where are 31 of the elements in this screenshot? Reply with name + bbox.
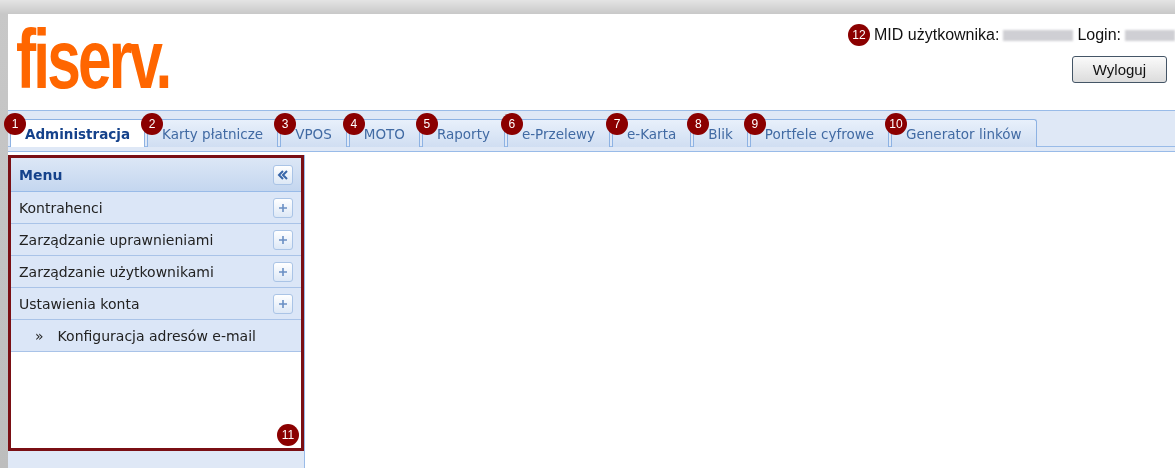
logout-button[interactable]: Wyloguj: [1071, 56, 1167, 83]
login-label: Login:: [1077, 26, 1121, 44]
callout-badge: 9: [743, 113, 766, 135]
expand-button[interactable]: [273, 197, 293, 218]
double-chevron-left-icon: [277, 169, 289, 180]
callout-badge: 10: [885, 113, 908, 135]
collapse-button[interactable]: [273, 164, 293, 185]
bullet-icon: »: [35, 327, 44, 344]
callout-badge: 5: [415, 113, 438, 135]
callout-badge: 7: [606, 113, 629, 135]
callout-badge: 8: [687, 113, 710, 135]
plus-icon: [278, 234, 288, 245]
callout-badge: 1: [4, 113, 26, 135]
expand-button[interactable]: [273, 261, 293, 282]
callout-badge: 6: [500, 113, 523, 135]
plus-icon: [278, 298, 288, 309]
menu-title: Menu: [19, 166, 63, 183]
callout-badge: 12: [848, 24, 871, 46]
expand-button[interactable]: [273, 229, 293, 250]
callout-badge: 2: [141, 113, 164, 135]
expand-button[interactable]: [273, 293, 293, 314]
logo: fiserv.: [16, 16, 170, 102]
menu-link[interactable]: Konfiguracja adresów e-mail: [57, 327, 256, 344]
mid-label: MID użytkownika:: [874, 26, 1000, 44]
plus-icon: [278, 202, 288, 213]
callout-badge: 4: [342, 113, 365, 135]
callout-badge: 11: [277, 424, 299, 446]
blurred-value: [1003, 29, 1074, 41]
menu-group[interactable]: Kontrahenci: [19, 199, 103, 216]
plus-icon: [278, 266, 288, 277]
blurred-value: [1125, 29, 1175, 41]
